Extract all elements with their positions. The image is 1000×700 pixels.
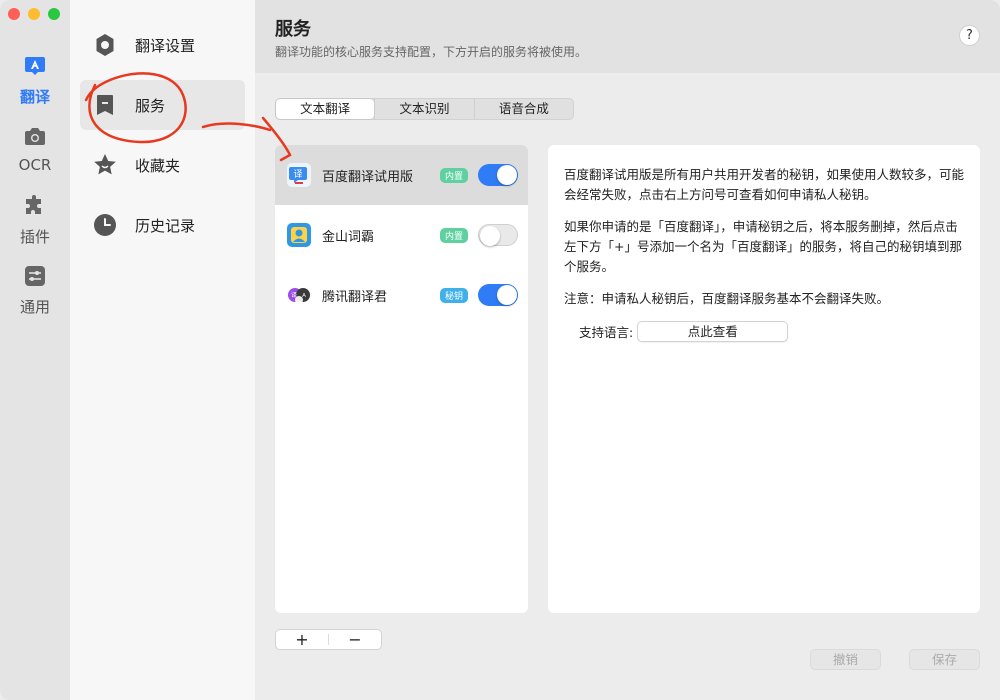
content-area: 服务 翻译功能的核心服务支持配置，下方开启的服务将被使用。 ? 文本翻译 文本识… <box>255 0 1000 700</box>
detail-paragraph: 百度翻译试用版是所有用户共用开发者的秘钥，如果使用人数较多，可能会经常失败，点击… <box>564 167 965 202</box>
supported-languages-row: 支持语言: 点此查看 <box>579 321 964 342</box>
service-row-tencent[interactable]: 译 A 腾讯翻译君 秘钥 <box>275 265 528 325</box>
service-list: 译 百度翻译试用版 内置 金山词霸 内置 译 A 腾讯翻译君 秘钥 <box>275 145 528 613</box>
minimize-window-button[interactable] <box>28 8 40 20</box>
revert-button[interactable]: 撤销 <box>810 649 881 670</box>
view-languages-button[interactable]: 点此查看 <box>637 321 789 342</box>
star-icon <box>94 154 116 175</box>
svg-text:A: A <box>302 293 306 299</box>
rail-item-plugins[interactable]: 插件 <box>0 194 70 247</box>
detail-paragraph: 注意：申请私人秘钥后，百度翻译服务基本不会翻译失败。 <box>564 291 890 306</box>
service-row-baidu-trial[interactable]: 译 百度翻译试用版 内置 <box>275 145 528 205</box>
sidebar-item-history[interactable]: 历史记录 <box>80 200 245 250</box>
sidebar-item-label: 服务 <box>135 96 166 115</box>
page-subtitle: 翻译功能的核心服务支持配置，下方开启的服务将被使用。 <box>275 45 588 59</box>
main-nav-rail: 翻译 OCR 插件 通用 <box>0 0 70 700</box>
jinshan-logo-icon <box>287 223 311 247</box>
sidebar-item-label: 历史记录 <box>135 216 196 235</box>
service-name: 腾讯翻译君 <box>322 289 388 305</box>
sidebar-item-label: 翻译设置 <box>135 36 196 55</box>
baidu-translate-logo-icon: 译 <box>287 163 311 187</box>
bookmark-icon <box>97 95 113 115</box>
service-badge: 内置 <box>439 167 468 183</box>
service-toggle-tencent[interactable] <box>478 284 518 306</box>
zoom-window-button[interactable] <box>48 8 60 20</box>
window-controls <box>8 8 60 20</box>
rail-item-label: 插件 <box>19 228 50 246</box>
page-header: 服务 翻译功能的核心服务支持配置，下方开启的服务将被使用。 ? <box>255 0 1000 73</box>
page-title: 服务 <box>275 19 311 40</box>
sidebar-item-label: 收藏夹 <box>135 156 181 175</box>
service-badge: 内置 <box>439 227 468 243</box>
add-remove-control: + − <box>275 629 382 650</box>
toggle-knob <box>497 165 517 185</box>
tab-text-translation[interactable]: 文本翻译 <box>276 99 375 119</box>
help-button[interactable]: ? <box>959 25 980 46</box>
detail-paragraph: 如果你申请的是「百度翻译」，申请秘钥之后，将本服务删掉，然后点击左下方「+」号添… <box>564 219 962 274</box>
service-toggle-jinshan[interactable] <box>478 224 518 246</box>
service-toggle-baidu-trial[interactable] <box>478 164 518 186</box>
supported-languages-label: 支持语言: <box>579 325 634 340</box>
sidebar-item-services[interactable]: 服务 <box>80 80 245 130</box>
toggle-knob <box>497 285 517 305</box>
rail-item-label: 翻译 <box>19 88 50 106</box>
rail-item-label: 通用 <box>19 298 50 316</box>
puzzle-icon <box>26 195 41 214</box>
translate-icon <box>25 57 45 75</box>
save-button[interactable]: 保存 <box>909 649 980 670</box>
svg-text:译: 译 <box>291 291 297 299</box>
tab-text-recognition[interactable]: 文本识别 <box>374 99 473 119</box>
camera-icon <box>25 128 45 145</box>
service-row-jinshan[interactable]: 金山词霸 内置 <box>275 205 528 265</box>
tencent-translate-logo-icon: 译 A <box>288 288 310 304</box>
rail-item-ocr[interactable]: OCR <box>0 124 70 174</box>
toggle-knob <box>480 226 500 246</box>
settings-sidebar: 翻译设置 服务 收藏夹 历史记录 <box>70 0 255 700</box>
service-name: 金山词霸 <box>322 229 375 245</box>
sidebar-item-translate-settings[interactable]: 翻译设置 <box>80 20 245 70</box>
sliders-icon <box>25 266 45 286</box>
service-name: 百度翻译试用版 <box>322 169 414 185</box>
gear-icon <box>96 34 114 56</box>
tab-speech-synthesis[interactable]: 语音合成 <box>473 99 573 119</box>
service-detail-panel: 百度翻译试用版是所有用户共用开发者的秘钥，如果使用人数较多，可能会经常失败，点击… <box>548 145 980 613</box>
close-window-button[interactable] <box>8 8 20 20</box>
sidebar-item-favorites[interactable]: 收藏夹 <box>80 140 245 190</box>
service-badge: 秘钥 <box>439 287 468 303</box>
svg-text:译: 译 <box>293 169 302 180</box>
rail-item-general[interactable]: 通用 <box>0 264 70 317</box>
rail-item-translate[interactable]: 翻译 <box>0 54 70 107</box>
add-service-button[interactable]: + <box>276 630 328 649</box>
app-window: 翻译 OCR 插件 通用 翻译设置 服务 收藏夹 历史记录 服务 翻译功能的核心… <box>0 0 1000 700</box>
remove-service-button[interactable]: − <box>329 630 381 649</box>
service-type-tabs: 文本翻译 文本识别 语音合成 <box>275 98 574 120</box>
rail-item-label: OCR <box>18 156 52 174</box>
clock-icon <box>94 214 116 236</box>
